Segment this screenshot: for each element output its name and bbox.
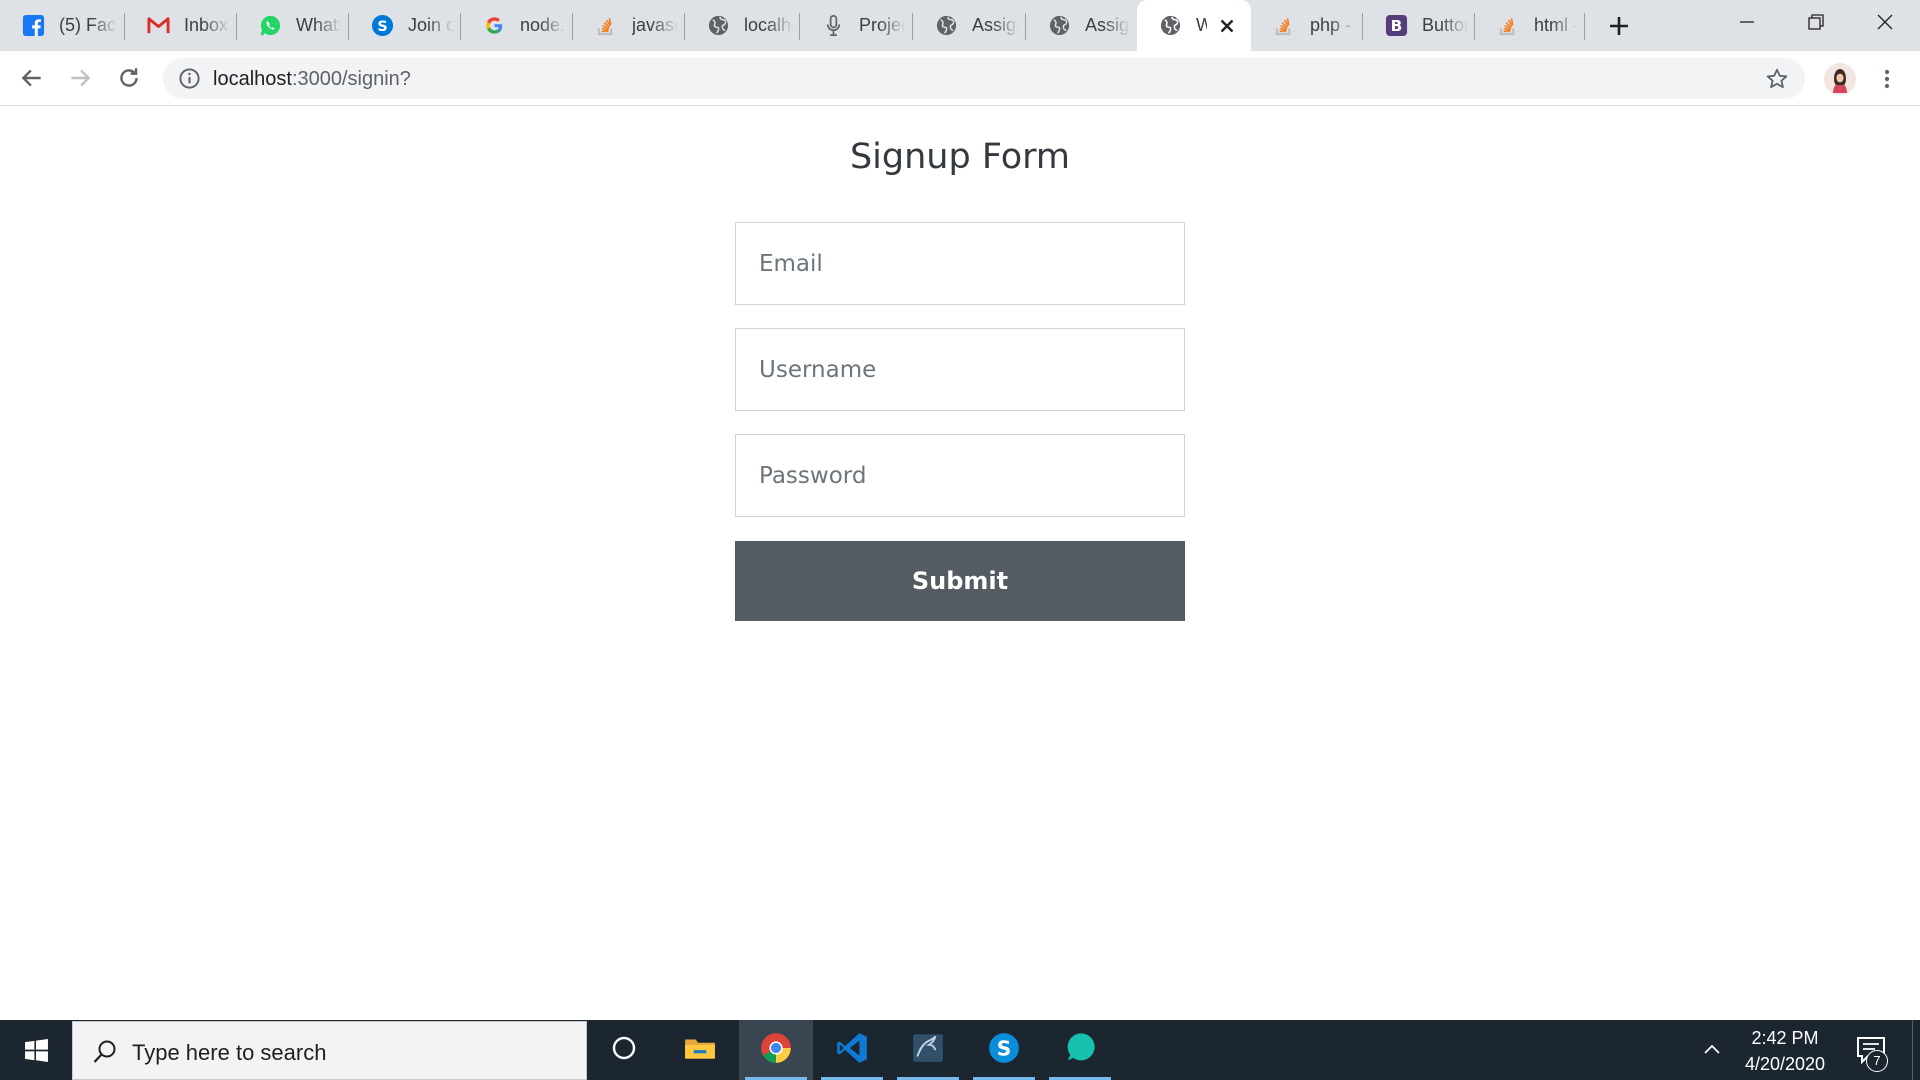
bookmark-star-icon[interactable] <box>1765 67 1789 91</box>
globe-icon <box>1159 14 1182 37</box>
tab-fade <box>315 0 349 51</box>
vscode-icon <box>835 1031 869 1070</box>
cortana-icon <box>611 1035 637 1066</box>
svg-text:B: B <box>1391 17 1403 35</box>
bootstrap-icon: B <box>1385 14 1408 37</box>
tab-stackoverflow-html[interactable]: html - <box>1475 0 1585 51</box>
microphone-icon <box>822 14 845 37</box>
taskbar-mysql-workbench[interactable] <box>891 1020 965 1080</box>
search-placeholder: Type here to search <box>132 1040 327 1065</box>
new-tab-button[interactable] <box>1604 11 1634 41</box>
chevron-up-icon[interactable] <box>1697 1034 1727 1064</box>
windows-start-button[interactable] <box>0 1020 72 1080</box>
mysql-workbench-icon <box>911 1031 945 1070</box>
taskbar-search-box[interactable]: Type here to search <box>72 1021 587 1080</box>
tab-localhost[interactable]: localhc <box>685 0 800 51</box>
info-icon[interactable] <box>178 67 201 90</box>
tab-fade <box>539 0 573 51</box>
page-title: Signup Form <box>849 137 1071 177</box>
browser-toolbar: localhost:3000/signin? <box>0 51 1920 106</box>
taskbar-chrome[interactable] <box>739 1020 813 1080</box>
submit-button[interactable]: Submit <box>735 541 1185 621</box>
clock-date: 4/20/2020 <box>1744 1054 1826 1074</box>
address-bar[interactable]: localhost:3000/signin? <box>163 58 1805 99</box>
tab-fade <box>427 0 461 51</box>
tab-bootstrap[interactable]: B Button <box>1363 0 1475 51</box>
tab-fade <box>1551 0 1585 51</box>
tab-fade <box>651 0 685 51</box>
profile-avatar[interactable] <box>1824 63 1856 95</box>
windows-taskbar: Type here to search S 2:42 PM 4/20/2020 … <box>0 1020 1920 1080</box>
tab-stackoverflow-javascript[interactable]: javascr <box>573 0 685 51</box>
tab-fade <box>1329 0 1363 51</box>
url-host: localhost <box>213 68 292 90</box>
globe-icon <box>1048 14 1071 37</box>
chrome-icon <box>759 1031 793 1070</box>
search-icon <box>91 1038 119 1066</box>
svg-text:S: S <box>377 19 387 35</box>
password-field[interactable] <box>735 434 1185 517</box>
tab-fade <box>1441 0 1475 51</box>
stackoverflow-icon <box>595 14 618 37</box>
skype-icon: S <box>371 14 394 37</box>
tab-separator <box>1584 13 1585 40</box>
page-content: Signup Form Submit <box>0 107 1920 1020</box>
tab-active[interactable]: Wc <box>1137 0 1251 51</box>
taskbar-vscode[interactable] <box>815 1020 889 1080</box>
taskbar-clock[interactable]: 2:42 PM 4/20/2020 <box>1730 1025 1840 1077</box>
stackoverflow-icon <box>1497 14 1520 37</box>
globe-icon <box>935 14 958 37</box>
tab-fade <box>1103 0 1137 51</box>
cortana-button[interactable] <box>587 1020 661 1080</box>
forward-button[interactable] <box>62 60 98 96</box>
tab-facebook[interactable]: (5) Fac <box>0 0 125 51</box>
globe-icon <box>707 14 730 37</box>
tab-stackoverflow-php[interactable]: php - I <box>1251 0 1363 51</box>
reload-button[interactable] <box>111 60 147 96</box>
app-icon <box>1062 1030 1098 1071</box>
close-window-button[interactable] <box>1852 0 1918 44</box>
tab-gmail[interactable]: Inbox ( <box>125 0 237 51</box>
whatsapp-icon <box>259 14 282 37</box>
browser-menu-button[interactable] <box>1872 63 1902 95</box>
minimize-button[interactable] <box>1714 0 1780 44</box>
tab-assign-1[interactable]: Assign <box>913 0 1026 51</box>
tab-assign-2[interactable]: Assign <box>1026 0 1137 51</box>
tab-fade <box>879 0 913 51</box>
tab-whatsapp[interactable]: Whats <box>237 0 349 51</box>
close-icon[interactable] <box>1215 14 1239 38</box>
username-field[interactable] <box>735 328 1185 411</box>
notification-count-badge: 7 <box>1866 1050 1888 1072</box>
tab-fade <box>992 0 1026 51</box>
taskbar-file-explorer[interactable] <box>663 1020 737 1080</box>
google-icon <box>483 14 506 37</box>
tab-fade <box>203 0 237 51</box>
stackoverflow-icon <box>1273 14 1296 37</box>
back-button[interactable] <box>14 60 50 96</box>
taskbar-skype[interactable]: S <box>967 1020 1041 1080</box>
tab-google[interactable]: node.j <box>461 0 573 51</box>
restore-button[interactable] <box>1783 0 1849 44</box>
url-path: :3000/signin? <box>291 68 411 90</box>
gmail-icon <box>147 14 170 37</box>
tab-project[interactable]: Project <box>800 0 913 51</box>
tab-fade <box>91 0 125 51</box>
clock-time: 2:42 PM <box>1751 1028 1819 1048</box>
facebook-icon <box>22 14 45 37</box>
url-text[interactable]: localhost:3000/signin? <box>213 68 411 91</box>
show-desktop-button[interactable] <box>1912 1020 1920 1080</box>
skype-icon: S <box>987 1031 1021 1070</box>
tab-fade <box>766 0 800 51</box>
tab-title: Wc <box>1196 15 1207 35</box>
taskbar-app[interactable] <box>1043 1020 1117 1080</box>
email-field[interactable] <box>735 222 1185 305</box>
tab-skype[interactable]: S Join cc <box>349 0 461 51</box>
tab-strip: (5) Fac Inbox ( Whats S Join cc node.j <box>0 0 1920 51</box>
file-explorer-icon <box>683 1031 717 1070</box>
svg-text:S: S <box>997 1036 1012 1060</box>
